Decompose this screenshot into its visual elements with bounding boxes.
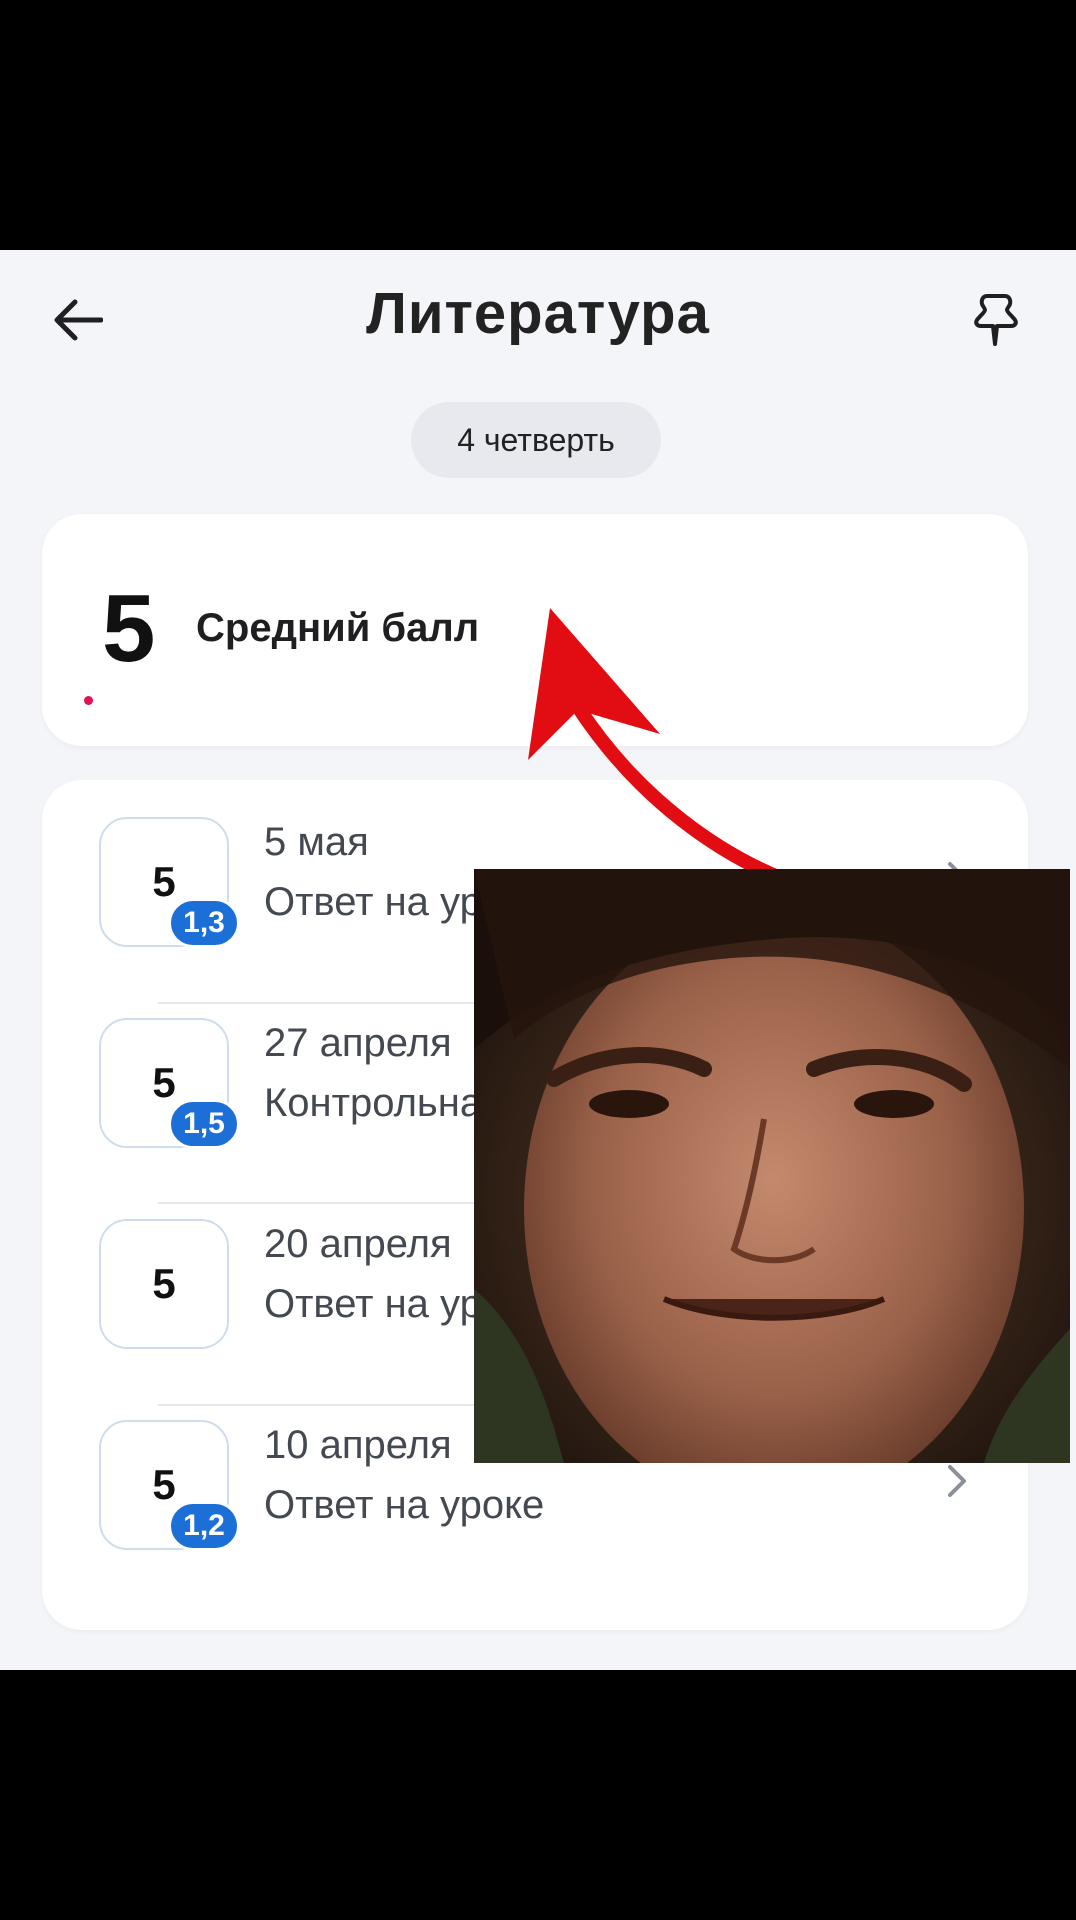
pin-icon	[974, 294, 1018, 346]
grade-date: 10 апреля	[264, 1423, 452, 1467]
face-image	[474, 869, 1070, 1463]
grade-weight-badge: 1,5	[168, 1099, 240, 1149]
grade-weight-badge: 1,2	[168, 1501, 240, 1551]
chevron-right-icon	[948, 1465, 966, 1497]
grade-weight-badge: 1,3	[168, 898, 240, 948]
pin-button[interactable]	[966, 288, 1026, 352]
grade-date: 20 апреля	[264, 1222, 452, 1266]
letterbox-bottom	[0, 1670, 1076, 1920]
average-grade-label: Средний балл	[196, 606, 480, 650]
page-title: Литература	[366, 281, 710, 346]
grade-date: 5 мая	[264, 820, 369, 864]
average-grade-card[interactable]: 5 Средний балл	[42, 514, 1028, 746]
letterbox-top	[0, 0, 1076, 250]
grade-mark: 5	[99, 1219, 229, 1349]
period-selector[interactable]: 4 четверть	[411, 402, 661, 478]
indicator-dot	[84, 696, 93, 705]
grade-type: Ответ на уроке	[264, 1483, 545, 1527]
average-grade-value: 5	[102, 575, 156, 682]
period-label: 4 четверть	[457, 421, 615, 458]
video-overlay	[474, 869, 1070, 1463]
app-screen: Литература 4 четверть 5 Средний балл 5 1…	[0, 250, 1076, 1670]
grade-date: 27 апреля	[264, 1021, 452, 1065]
